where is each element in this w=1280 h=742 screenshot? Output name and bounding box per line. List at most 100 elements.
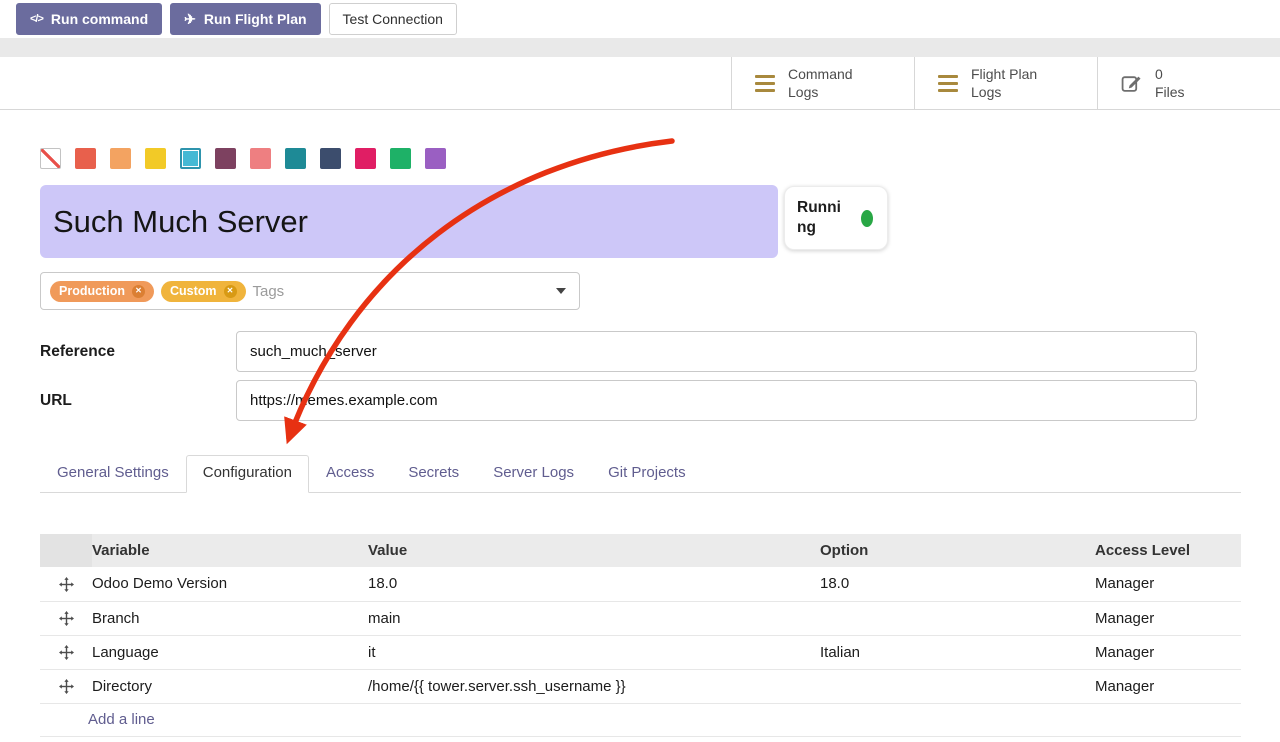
table-row[interactable]: LanguageitItalianManager bbox=[40, 635, 1241, 669]
color-swatch-magenta[interactable] bbox=[355, 148, 376, 169]
column-header-variable: Variable bbox=[92, 534, 368, 567]
cell-option[interactable]: 18.0 bbox=[820, 567, 1095, 601]
cell-option[interactable]: Italian bbox=[820, 635, 1095, 669]
tab-configuration[interactable]: Configuration bbox=[186, 455, 309, 493]
top-toolbar: </> Run command ✈ Run Flight Plan Test C… bbox=[0, 0, 1280, 38]
test-connection-label: Test Connection bbox=[343, 12, 443, 26]
cell-variable[interactable]: Directory bbox=[92, 669, 368, 703]
color-swatch-navy[interactable] bbox=[320, 148, 341, 169]
color-swatch-teal[interactable] bbox=[285, 148, 306, 169]
tag-remove-icon[interactable]: ✕ bbox=[132, 285, 145, 298]
color-swatch-plum[interactable] bbox=[215, 148, 236, 169]
cell-variable[interactable]: Language bbox=[92, 635, 368, 669]
table-row[interactable]: Branchmain Manager bbox=[40, 601, 1241, 635]
status-dot bbox=[861, 210, 873, 227]
tab-general-settings[interactable]: General Settings bbox=[40, 455, 186, 492]
form-sheet: Such Much Server Running Production✕Cust… bbox=[0, 148, 1280, 737]
cell-option[interactable] bbox=[820, 669, 1095, 703]
handle-column-header bbox=[40, 534, 92, 567]
code-icon: </> bbox=[30, 14, 43, 25]
tab-secrets[interactable]: Secrets bbox=[391, 455, 476, 492]
stat-button-label: CommandLogs bbox=[788, 65, 853, 101]
field-group: Reference URL bbox=[40, 331, 1241, 421]
stat-button-label: 0Files bbox=[1155, 65, 1185, 101]
cell-variable[interactable]: Odoo Demo Version bbox=[92, 567, 368, 601]
color-swatch-red[interactable] bbox=[75, 148, 96, 169]
add-a-line-link[interactable]: Add a line bbox=[88, 711, 155, 728]
table-row[interactable]: Directory/home/{{ tower.server.ssh_usern… bbox=[40, 669, 1241, 703]
tag-production: Production ✕ bbox=[50, 281, 154, 302]
drag-handle[interactable] bbox=[40, 567, 92, 601]
config-table-body: Odoo Demo Version18.018.0ManagerBranchma… bbox=[40, 567, 1241, 703]
color-swatch-salmon[interactable] bbox=[250, 148, 271, 169]
color-swatch-green[interactable] bbox=[390, 148, 411, 169]
drag-handle[interactable] bbox=[40, 601, 92, 635]
stat-button-command-logs[interactable]: CommandLogs bbox=[731, 57, 914, 109]
color-swatch-yellow[interactable] bbox=[145, 148, 166, 169]
dropdown-caret-icon[interactable] bbox=[556, 288, 566, 294]
edit-icon bbox=[1121, 73, 1142, 94]
cell-access-level[interactable]: Manager bbox=[1095, 669, 1241, 703]
plane-icon: ✈ bbox=[184, 12, 196, 26]
add-line-row: Add a line bbox=[40, 703, 1241, 736]
cell-value[interactable]: it bbox=[368, 635, 820, 669]
config-table: Variable Value Option Access Level Odoo … bbox=[40, 534, 1241, 737]
column-header-access-level: Access Level bbox=[1095, 534, 1241, 567]
tag-label: Production bbox=[59, 285, 125, 298]
status-label: Running bbox=[797, 198, 844, 238]
edit-icon bbox=[1121, 73, 1142, 94]
tags-placeholder: Tags bbox=[253, 283, 285, 300]
test-connection-button[interactable]: Test Connection bbox=[329, 3, 457, 35]
color-swatch-cyan[interactable] bbox=[180, 148, 201, 169]
menu-icon bbox=[755, 75, 775, 92]
drag-icon bbox=[59, 611, 74, 626]
tag-custom: Custom ✕ bbox=[161, 281, 246, 302]
tags-field[interactable]: Production ✕ Custom ✕ Tags bbox=[40, 272, 580, 310]
tab-access[interactable]: Access bbox=[309, 455, 391, 492]
drag-icon bbox=[59, 679, 74, 694]
column-header-value: Value bbox=[368, 534, 820, 567]
cell-access-level[interactable]: Manager bbox=[1095, 601, 1241, 635]
cell-access-level[interactable]: Manager bbox=[1095, 567, 1241, 601]
cell-access-level[interactable]: Manager bbox=[1095, 635, 1241, 669]
url-input[interactable] bbox=[236, 380, 1197, 421]
tab-server-logs[interactable]: Server Logs bbox=[476, 455, 591, 492]
title-row: Such Much Server Running bbox=[40, 185, 1241, 258]
stat-button-label: Flight PlanLogs bbox=[971, 65, 1037, 101]
run-flight-plan-button[interactable]: ✈ Run Flight Plan bbox=[170, 3, 320, 35]
reference-input[interactable] bbox=[236, 331, 1197, 372]
cell-value[interactable]: 18.0 bbox=[368, 567, 820, 601]
color-swatch-orange[interactable] bbox=[110, 148, 131, 169]
cell-option[interactable] bbox=[820, 601, 1095, 635]
server-name-field[interactable]: Such Much Server bbox=[40, 185, 778, 258]
separator-strip bbox=[0, 38, 1280, 57]
cell-variable[interactable]: Branch bbox=[92, 601, 368, 635]
color-picker bbox=[40, 148, 1241, 169]
stat-button-bar: CommandLogs Flight PlanLogs 0Files bbox=[0, 57, 1280, 110]
cell-value[interactable]: /home/{{ tower.server.ssh_username }} bbox=[368, 669, 820, 703]
cell-value[interactable]: main bbox=[368, 601, 820, 635]
drag-handle[interactable] bbox=[40, 635, 92, 669]
tag-label: Custom bbox=[170, 285, 217, 298]
stat-button-files[interactable]: 0Files bbox=[1097, 57, 1280, 109]
column-header-option: Option bbox=[820, 534, 1095, 567]
run-command-button[interactable]: </> Run command bbox=[16, 3, 162, 35]
drag-handle[interactable] bbox=[40, 669, 92, 703]
status-card: Running bbox=[784, 186, 888, 250]
reference-label: Reference bbox=[40, 343, 236, 361]
drag-icon bbox=[59, 645, 74, 660]
table-header-row: Variable Value Option Access Level bbox=[40, 534, 1241, 567]
run-command-label: Run command bbox=[51, 12, 148, 26]
run-flight-plan-label: Run Flight Plan bbox=[204, 12, 307, 26]
table-row[interactable]: Odoo Demo Version18.018.0Manager bbox=[40, 567, 1241, 601]
color-swatch-no-color[interactable] bbox=[40, 148, 61, 169]
url-label: URL bbox=[40, 392, 236, 410]
color-swatch-purple[interactable] bbox=[425, 148, 446, 169]
menu-icon bbox=[938, 75, 958, 92]
tab-bar: General SettingsConfigurationAccessSecre… bbox=[40, 455, 1241, 493]
drag-icon bbox=[59, 577, 74, 592]
server-name: Such Much Server bbox=[53, 204, 308, 240]
stat-button-flight-plan-logs[interactable]: Flight PlanLogs bbox=[914, 57, 1097, 109]
tab-git-projects[interactable]: Git Projects bbox=[591, 455, 703, 492]
tag-remove-icon[interactable]: ✕ bbox=[224, 285, 237, 298]
